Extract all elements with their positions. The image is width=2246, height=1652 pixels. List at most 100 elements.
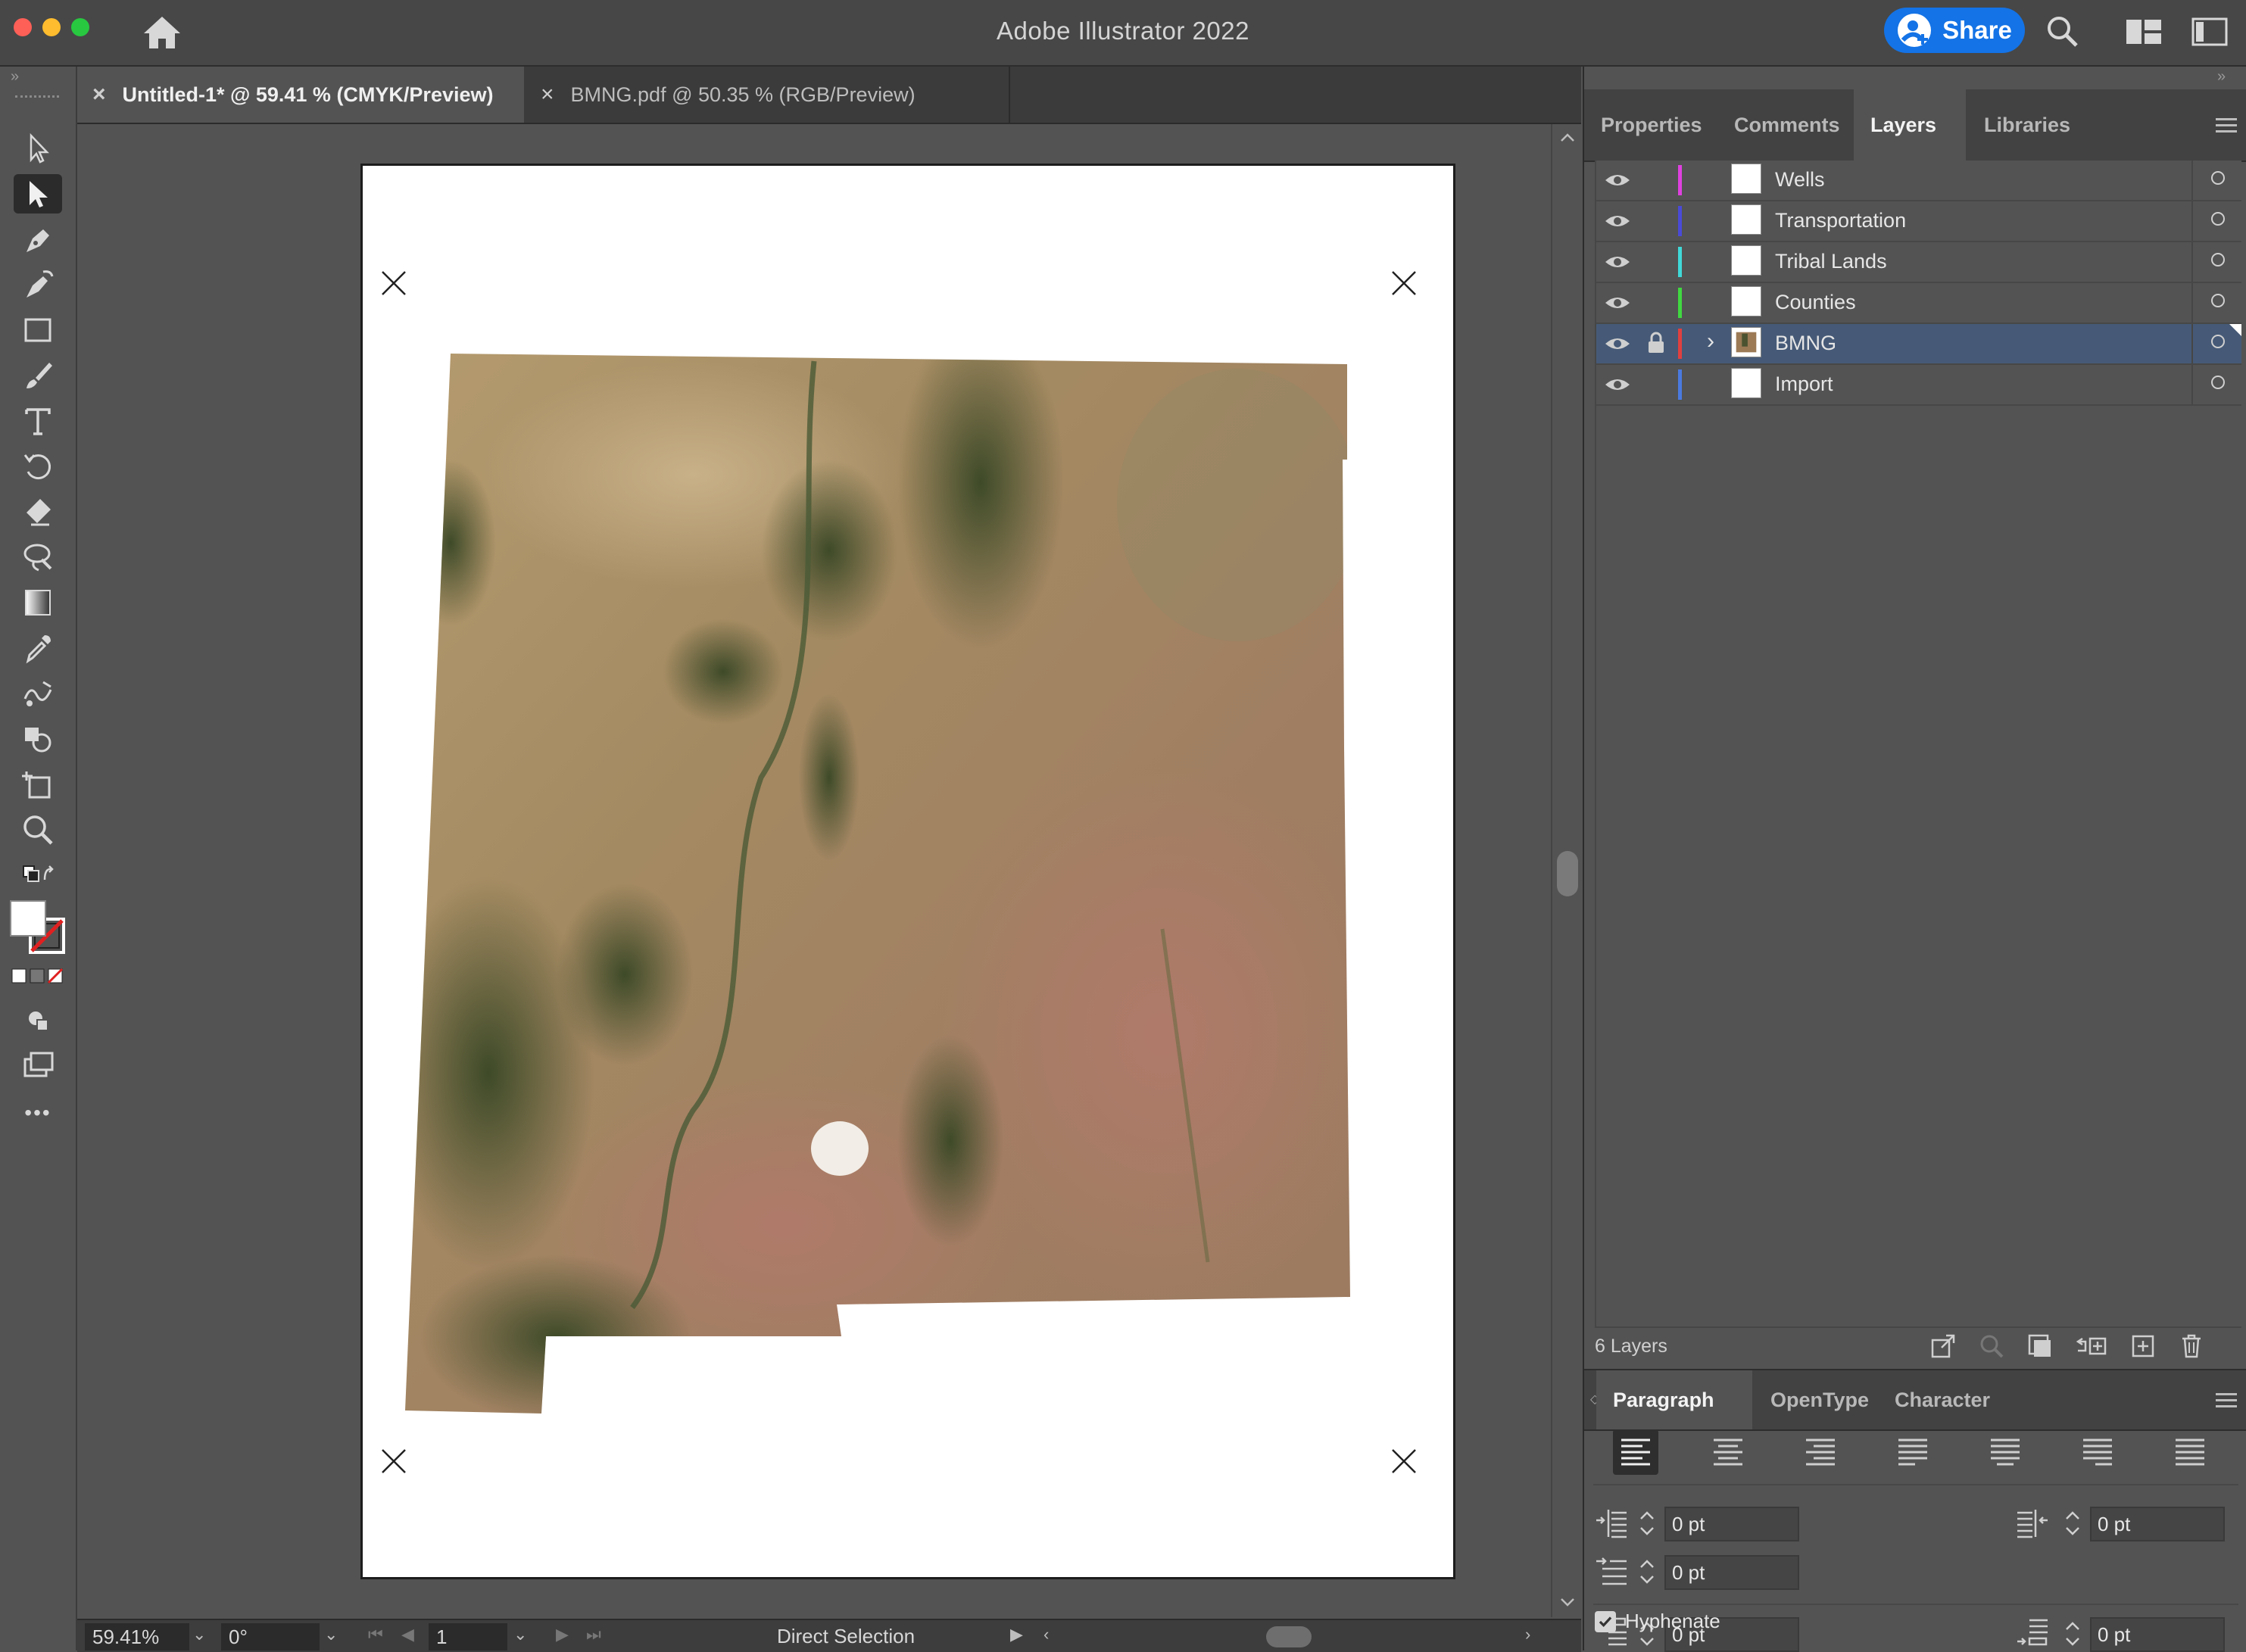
rectangle-tool-icon[interactable] — [14, 310, 62, 350]
layer-target-icon[interactable] — [2211, 253, 2225, 267]
toolbar-collapse-icon[interactable]: » — [11, 68, 19, 86]
share-button[interactable]: Share — [1884, 8, 2025, 53]
layer-row-bmng[interactable]: › BMNG — [1596, 324, 2241, 365]
scroll-up-icon[interactable] — [1558, 132, 1577, 144]
satellite-map-image[interactable] — [405, 354, 1359, 1421]
visibility-eye-icon[interactable] — [1604, 251, 1631, 273]
draw-mode-icon[interactable] — [14, 999, 62, 1039]
zoom-dropdown-icon[interactable]: ⌄ — [192, 1625, 206, 1644]
delete-layer-icon[interactable] — [2178, 1333, 2205, 1360]
scroll-left-icon[interactable]: ‹ — [1043, 1625, 1049, 1644]
edit-toolbar-more-icon[interactable]: ••• — [14, 1093, 62, 1133]
rotate-tool-icon[interactable] — [14, 447, 62, 486]
tab-libraries[interactable]: Libraries — [1967, 89, 2087, 161]
shape-builder-tool-icon[interactable] — [14, 719, 62, 759]
export-layer-icon[interactable] — [1929, 1333, 1957, 1360]
lasso-tool-icon[interactable] — [14, 538, 62, 577]
visibility-eye-icon[interactable] — [1604, 210, 1631, 232]
close-tab-icon[interactable]: × — [92, 82, 106, 108]
tab-untitled-1[interactable]: × Untitled-1* @ 59.41 % (CMYK/Preview) — [77, 67, 524, 123]
visibility-eye-icon[interactable] — [1604, 170, 1631, 191]
tab-opentype[interactable]: OpenType — [1754, 1370, 1886, 1429]
first-artboard-icon[interactable]: ⏮ — [368, 1625, 383, 1644]
swap-fill-stroke-icon[interactable] — [14, 860, 62, 890]
type-tool-icon[interactable] — [14, 401, 62, 441]
horizontal-scrollbar-thumb[interactable] — [1266, 1626, 1312, 1647]
scroll-down-icon[interactable] — [1558, 1596, 1577, 1608]
right-indent-field[interactable]: 0 pt — [2090, 1507, 2225, 1541]
arrange-documents-icon[interactable] — [2125, 17, 2163, 47]
align-center-button[interactable] — [1705, 1429, 1751, 1475]
layer-target-icon[interactable] — [2211, 376, 2225, 389]
new-sublayer-icon[interactable] — [2075, 1333, 2108, 1360]
gradient-tool-icon[interactable] — [14, 583, 62, 622]
screen-mode-icon[interactable] — [14, 1045, 62, 1084]
workspace-panel-icon[interactable] — [2191, 17, 2228, 47]
toolbar-grip[interactable] — [15, 95, 59, 104]
scrollbar-thumb[interactable] — [1557, 851, 1578, 896]
expand-layer-chevron-icon[interactable]: › — [1707, 329, 1714, 354]
align-right-button[interactable] — [1798, 1429, 1843, 1475]
tab-bmng-pdf[interactable]: × BMNG.pdf @ 50.35 % (RGB/Preview) — [526, 67, 1010, 123]
lock-icon[interactable] — [1646, 332, 1666, 354]
layer-row-transportation[interactable]: Transportation — [1596, 201, 2241, 242]
space-after-field[interactable]: 0 pt — [2090, 1617, 2225, 1652]
rotation-dropdown-icon[interactable]: ⌄ — [324, 1625, 338, 1644]
paintbrush-tool-icon[interactable] — [14, 356, 62, 395]
new-layer-icon[interactable] — [2129, 1333, 2157, 1360]
checkbox-checked-icon[interactable] — [1595, 1610, 1616, 1632]
layer-row-wells[interactable]: Wells — [1596, 161, 2241, 201]
eyedropper-tool-icon[interactable] — [14, 628, 62, 668]
artboard-dropdown-icon[interactable]: ⌄ — [513, 1625, 527, 1644]
rotation-field[interactable]: 0° — [221, 1623, 320, 1650]
layer-target-icon[interactable] — [2211, 335, 2225, 348]
canvas[interactable] — [77, 124, 1551, 1617]
status-menu-icon[interactable]: ▶ — [1010, 1625, 1023, 1644]
layer-target-icon[interactable] — [2211, 212, 2225, 226]
justify-last-left-button[interactable] — [1890, 1429, 1936, 1475]
locate-object-icon[interactable] — [1978, 1333, 2005, 1360]
direct-selection-tool-icon[interactable] — [14, 174, 62, 214]
tab-character[interactable]: Character — [1878, 1370, 2007, 1429]
visibility-eye-icon[interactable] — [1604, 374, 1631, 395]
justify-last-right-button[interactable] — [2075, 1429, 2120, 1475]
zoom-field[interactable]: 59.41% — [85, 1623, 189, 1650]
close-tab-icon[interactable]: × — [541, 82, 554, 108]
visibility-eye-icon[interactable] — [1604, 333, 1631, 354]
tab-layers[interactable]: Layers — [1854, 89, 1966, 161]
artboard-field[interactable]: 1 — [429, 1623, 507, 1650]
artboard-tool-icon[interactable] — [14, 765, 62, 804]
first-line-indent-field[interactable]: 0 pt — [1664, 1555, 1799, 1590]
curvature-tool-icon[interactable] — [14, 265, 62, 304]
panel-menu-icon[interactable] — [2216, 118, 2237, 133]
visibility-eye-icon[interactable] — [1604, 292, 1631, 313]
vertical-scrollbar[interactable] — [1551, 124, 1583, 1617]
left-indent-stepper[interactable] — [1636, 1505, 1658, 1541]
layer-target-icon[interactable] — [2211, 171, 2225, 185]
layer-target-icon[interactable] — [2211, 294, 2225, 307]
justify-last-center-button[interactable] — [1982, 1429, 2028, 1475]
color-mode-buttons[interactable] — [11, 968, 64, 984]
justify-all-button[interactable] — [2167, 1429, 2213, 1475]
next-artboard-icon[interactable]: ▶ — [556, 1625, 569, 1644]
previous-artboard-icon[interactable]: ◀ — [401, 1625, 414, 1644]
clipping-mask-icon[interactable] — [2026, 1333, 2054, 1360]
fill-stroke-swatch[interactable] — [9, 899, 67, 957]
align-left-button[interactable] — [1613, 1429, 1658, 1475]
layer-row-tribal-lands[interactable]: Tribal Lands — [1596, 242, 2241, 283]
tab-paragraph[interactable]: Paragraph — [1596, 1370, 1752, 1429]
right-indent-stepper[interactable] — [2061, 1505, 2084, 1541]
layer-row-counties[interactable]: Counties — [1596, 283, 2241, 324]
tab-properties[interactable]: Properties — [1584, 89, 1719, 161]
selection-tool-icon[interactable] — [14, 129, 62, 168]
panel-collapse-icon[interactable]: » — [2217, 68, 2226, 86]
pen-tool-icon[interactable] — [14, 220, 62, 259]
search-icon[interactable] — [2045, 14, 2079, 48]
scroll-right-icon[interactable]: › — [1525, 1625, 1530, 1644]
paragraph-panel-menu-icon[interactable] — [2216, 1393, 2237, 1408]
first-line-indent-stepper[interactable] — [1636, 1554, 1658, 1590]
layer-row-import[interactable]: Import — [1596, 365, 2241, 406]
zoom-tool-icon[interactable] — [14, 810, 62, 849]
artboard[interactable] — [360, 164, 1455, 1579]
tab-comments[interactable]: Comments — [1717, 89, 1857, 161]
